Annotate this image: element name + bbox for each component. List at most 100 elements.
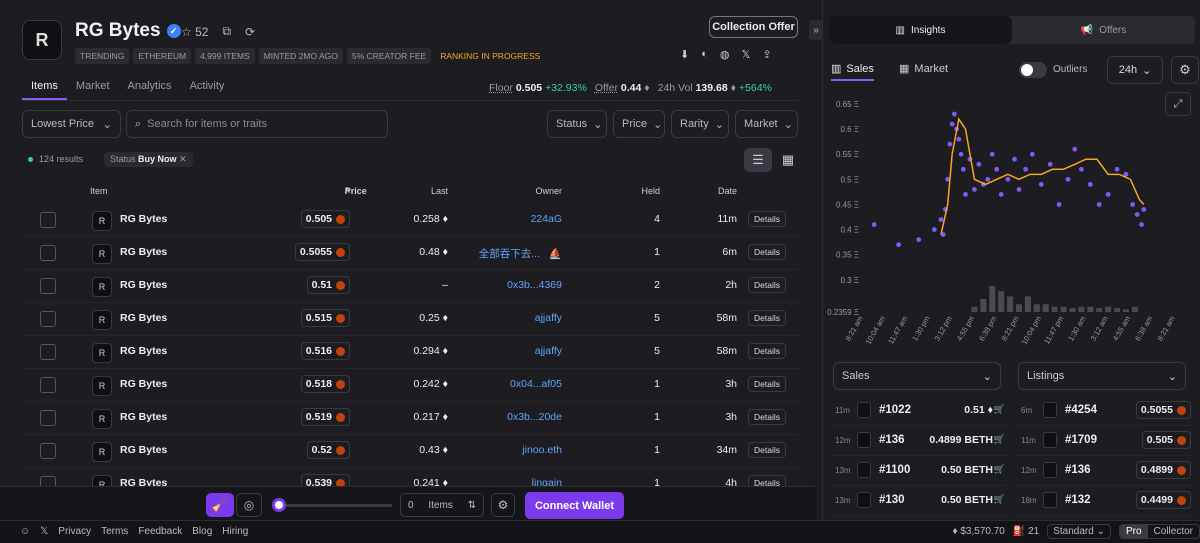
market-filter[interactable]: Market ⌄ [735,110,798,138]
quantity-stepper[interactable]: 0 Items ⇅ [400,493,484,517]
tab-items[interactable]: Items [22,80,67,100]
footer-link[interactable]: Privacy [58,526,91,537]
gas-mode-dropdown[interactable]: Standard ⌄ [1047,524,1111,539]
list-item[interactable]: 13m #130 0.50 BETH 🛒 [829,486,1007,516]
details-button[interactable]: Details [748,409,786,425]
details-button[interactable]: Details [748,244,786,260]
table-row[interactable]: R RG Bytes 0.51 – 0x3b...4369 2 2h Details [22,270,798,303]
list-item[interactable]: 6m #4254 0.5055 [1015,396,1193,426]
item-name[interactable]: RG Bytes [120,345,167,357]
status-filter-chip[interactable]: Status Buy Now ✕ [104,152,193,167]
x-twitter-icon[interactable]: 𝕏 [741,48,750,61]
col-owner[interactable]: Owner [535,186,562,196]
owner-link[interactable]: 0x3b...20de [507,411,562,423]
item-name[interactable]: RG Bytes [120,213,167,225]
item-name[interactable]: RG Bytes [120,246,167,258]
row-checkbox[interactable] [40,212,56,228]
rarity-filter[interactable]: Rarity ⌄ [671,110,729,138]
list-item[interactable]: 13m #1100 0.50 BETH 🛒 [829,456,1007,486]
item-price[interactable]: 0.505 [300,210,350,228]
sweep-slider[interactable] [272,498,392,512]
row-checkbox[interactable] [40,245,56,261]
details-button[interactable]: Details [748,442,786,458]
footer-link[interactable]: Feedback [138,526,182,537]
price-filter[interactable]: Price ⌄ [613,110,665,138]
table-row[interactable]: R RG Bytes 0.515 0.25 ♦ ajjaffy 5 58m Details [22,303,798,336]
sweep-mode-icon[interactable]: ◎ [236,493,262,517]
row-checkbox[interactable] [40,278,56,294]
list-item[interactable]: 18m #132 0.4499 [1015,486,1193,516]
tab-analytics[interactable]: Analytics [119,80,181,100]
details-button[interactable]: Details [748,277,786,293]
owner-link[interactable]: 0x04...af05 [510,378,562,390]
watchlist-star-button[interactable]: ☆ 52 [181,25,208,39]
list-item[interactable]: 11m #1709 0.505 [1015,426,1193,456]
owner-link[interactable]: ajjaffy [535,312,562,324]
tab-offers[interactable]: 📢 Offers [1012,16,1195,44]
row-checkbox[interactable] [40,311,56,327]
listings-dropdown[interactable]: Listings ⌄ [1018,362,1186,390]
chart-settings-gear-icon[interactable]: ⚙ [1171,56,1199,84]
period-dropdown[interactable]: 24h ⌄ [1107,56,1163,84]
list-item[interactable]: 12m #136 0.4899 [1015,456,1193,486]
list-view-icon[interactable]: ☰ [744,148,772,172]
website-globe-icon[interactable]: ◍ [720,48,730,61]
item-price[interactable]: 0.519 [300,408,350,426]
owner-link[interactable]: 224aG [530,213,562,225]
item-name[interactable]: RG Bytes [120,312,167,324]
discord-icon[interactable]: ☺ [20,526,30,537]
table-row[interactable]: R RG Bytes 0.516 0.294 ♦ ajjaffy 5 58m Details [22,336,798,369]
footer-link[interactable]: Blog [192,526,212,537]
item-price[interactable]: 0.52 [306,441,350,459]
owner-link[interactable]: 0x3b...4369 [507,279,562,291]
sweep-broom-icon[interactable]: 🧹 [206,493,234,517]
copy-icon[interactable]: ⧉ [222,24,231,39]
details-button[interactable]: Details [748,376,786,392]
row-checkbox[interactable] [40,443,56,459]
sales-dropdown[interactable]: Sales ⌄ [833,362,1001,390]
tab-market[interactable]: Market [67,80,119,100]
item-price[interactable]: 0.516 [300,342,350,360]
details-button[interactable]: Details [748,343,786,359]
details-button[interactable]: Details [748,211,786,227]
tab-sales[interactable]: ▥ Sales [831,62,874,81]
col-last[interactable]: Last [431,186,448,196]
status-filter[interactable]: Status ⌄ [547,110,607,138]
list-item[interactable]: 12m #136 0.4899 BETH 🛒 [829,426,1007,456]
tab-insights[interactable]: ▥ Insights [829,16,1012,44]
table-row[interactable]: R RG Bytes 0.5055 0.48 ♦ 全部吞下去... ⛵ 1 6m Detail… [22,237,798,270]
close-icon[interactable]: ✕ [179,154,187,164]
search-input[interactable]: ⌕ Search for items or traits [126,110,388,138]
tab-market-chart[interactable]: ▦ Market [899,62,948,76]
item-price[interactable]: 0.5055 [294,243,350,261]
collection-offer-button[interactable]: Collection Offer [709,16,798,38]
mode-switch[interactable]: Pro Collector [1118,524,1200,539]
item-price[interactable]: 0.51 [306,276,350,294]
table-row[interactable]: R RG Bytes 0.52 0.43 ♦ jinoo.eth 1 34m Details [22,435,798,468]
row-checkbox[interactable] [40,410,56,426]
refresh-icon[interactable]: ⟳ [245,25,255,39]
table-row[interactable]: R RG Bytes 0.519 0.217 ♦ 0x3b...20de 1 3h Detai… [22,402,798,435]
gear-icon[interactable]: ⚙ [491,493,515,517]
col-item[interactable]: Item [90,186,108,196]
footer-link[interactable]: Terms [101,526,128,537]
item-name[interactable]: RG Bytes [120,444,167,456]
connect-wallet-button[interactable]: Connect Wallet [525,492,624,519]
row-checkbox[interactable] [40,344,56,360]
item-name[interactable]: RG Bytes [120,411,167,423]
share-icon[interactable]: ⇪ [762,48,771,61]
table-row[interactable]: R RG Bytes 0.505 0.258 ♦ 224aG 4 11m Details [22,204,798,237]
item-price[interactable]: 0.515 [300,309,350,327]
list-item[interactable]: 11m #1022 0.51 ♦ 🛒 [829,396,1007,426]
item-name[interactable]: RG Bytes [120,279,167,291]
outliers-toggle[interactable] [1019,62,1047,78]
opensea-icon[interactable]: ⬇ [680,48,689,61]
collapse-panel-icon[interactable]: » [809,20,823,40]
footer-link[interactable]: Hiring [222,526,248,537]
owner-link[interactable]: ajjaffy [535,345,562,357]
item-name[interactable]: RG Bytes [120,378,167,390]
col-price[interactable]: Price ˄ [345,186,367,196]
slider-handle[interactable] [272,498,286,512]
sales-chart[interactable]: 0.65 Ξ 0.6 Ξ 0.55 Ξ 0.5 Ξ 0.45 Ξ 0.4 Ξ 0.35 Ξ 0… [823,96,1200,356]
sort-dropdown[interactable]: Lowest Price ⌄ [22,110,121,138]
